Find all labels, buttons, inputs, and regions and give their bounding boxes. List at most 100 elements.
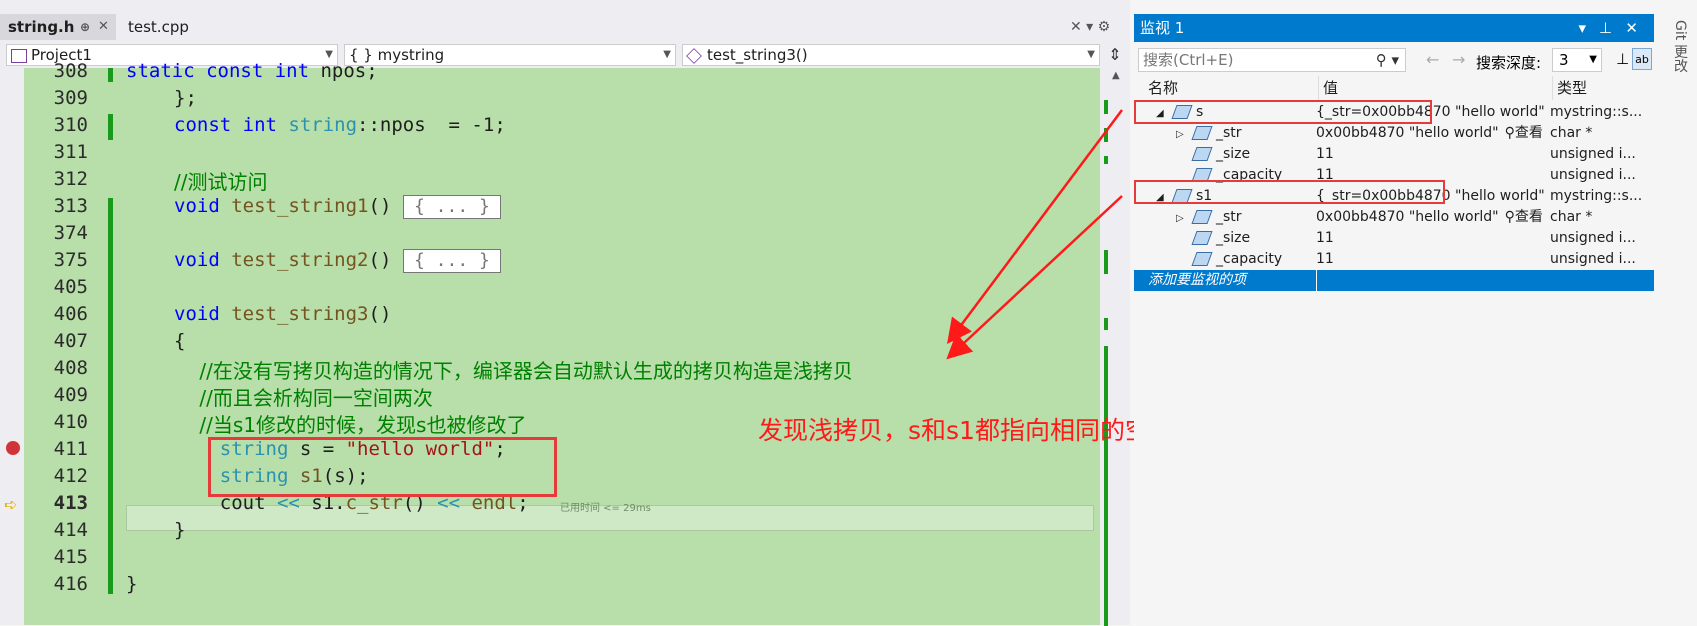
add-watch-row[interactable]: 添加要监视的项 bbox=[1134, 270, 1654, 291]
arrow-to-s1 bbox=[946, 195, 1123, 360]
watch-value: 11 bbox=[1316, 251, 1334, 267]
annotation-arrows bbox=[946, 109, 1124, 360]
watch-search-input[interactable]: 搜索(Ctrl+E) ⚲ ▾ bbox=[1138, 48, 1406, 72]
line-number: 308 bbox=[53, 60, 88, 82]
watch-row[interactable]: ▷_str 0x00bb4870 "hello world"⚲查看▼ char … bbox=[1134, 207, 1654, 228]
comment-line: //在没有写拷贝构造的情况下，编译器会自动默认生成的拷贝构造是浅拷贝 bbox=[174, 359, 853, 383]
tab-tools[interactable]: ✕ ▾ ⚙ bbox=[1070, 14, 1130, 40]
code-line: { bbox=[174, 330, 186, 352]
back-arrow-icon[interactable]: ← bbox=[1426, 50, 1439, 69]
search-depth-value: 3 bbox=[1559, 51, 1569, 69]
pin-icon[interactable]: ⊕ bbox=[80, 14, 90, 40]
code-line: }; bbox=[174, 87, 197, 109]
column-header-type[interactable]: 类型 bbox=[1552, 76, 1587, 100]
highlight-box bbox=[1134, 100, 1432, 124]
watch-name-cell: _capacity bbox=[1134, 249, 1312, 270]
watch-name: _size bbox=[1216, 230, 1251, 246]
chevron-down-icon[interactable]: ▾ bbox=[1578, 14, 1586, 42]
forward-arrow-icon[interactable]: → bbox=[1452, 50, 1465, 69]
collapsed-block[interactable]: { ... } bbox=[403, 195, 501, 219]
search-depth-label: 搜索深度: bbox=[1476, 54, 1542, 72]
elapsed-time-hint: 已用时间 <= 29ms bbox=[560, 503, 651, 514]
line-number: 309 bbox=[53, 87, 88, 109]
watch-value: 11 bbox=[1316, 146, 1334, 162]
tab-label: test.cpp bbox=[128, 18, 189, 36]
scroll-up-icon[interactable]: ▲ bbox=[1112, 70, 1120, 81]
code-line: void test_string1() bbox=[174, 195, 392, 217]
watch-row[interactable]: ▷_str 0x00bb4870 "hello world"⚲查看▼ char … bbox=[1134, 123, 1654, 144]
breakpoint-icon[interactable] bbox=[6, 441, 20, 455]
watch-value: 0x00bb4870 "hello world" bbox=[1316, 125, 1499, 141]
annotation-text: 发现浅拷贝，s和s1都指向相同的空间 bbox=[758, 416, 1175, 445]
line-number: 407 bbox=[53, 330, 88, 352]
watch-type: unsigned i... bbox=[1550, 251, 1636, 267]
search-depth-dropdown[interactable]: 3 ▼ bbox=[1552, 48, 1602, 72]
line-number: 414 bbox=[53, 519, 88, 541]
comment-line: //测试访问 bbox=[174, 170, 268, 194]
magnifier-icon[interactable]: ⚲ bbox=[1505, 125, 1515, 141]
watch-row[interactable]: _size 11 unsigned i... bbox=[1134, 228, 1654, 249]
watch-type: char * bbox=[1550, 125, 1593, 141]
method-icon bbox=[686, 47, 702, 64]
watch-name-cell: _size bbox=[1134, 144, 1312, 165]
chevron-down-icon: ▼ bbox=[1589, 54, 1597, 65]
change-bar bbox=[108, 68, 113, 82]
watch-title: 监视 1 bbox=[1140, 19, 1185, 37]
watch-type: char * bbox=[1550, 209, 1593, 225]
collapsed-block[interactable]: { ... } bbox=[403, 249, 501, 273]
line-number: 412 bbox=[53, 465, 88, 487]
scope-dropdown[interactable]: { } mystring ▼ bbox=[344, 44, 676, 66]
watch-name-cell: ▷ _str bbox=[1134, 123, 1312, 145]
tab-string-h[interactable]: string.h ⊕ ✕ bbox=[0, 14, 116, 40]
column-header-value[interactable]: 值 bbox=[1318, 76, 1338, 100]
line-number: 375 bbox=[53, 249, 88, 271]
expand-icon[interactable]: ▷ bbox=[1176, 208, 1194, 229]
pin-icon[interactable]: ⊥ bbox=[1599, 14, 1612, 42]
watch-value-cell: 0x00bb4870 "hello world"⚲查看▼ bbox=[1316, 207, 1546, 229]
expand-icon[interactable]: ▷ bbox=[1176, 124, 1194, 145]
line-number: 374 bbox=[53, 222, 88, 244]
add-watch-label: 添加要监视的项 bbox=[1148, 272, 1246, 288]
watch-row[interactable]: _capacity 11 unsigned i... bbox=[1134, 249, 1654, 270]
function-dropdown[interactable]: test_string3() ▼ bbox=[682, 44, 1100, 66]
comment-line: //当s1修改的时候，发现s也被修改了 bbox=[174, 413, 527, 437]
line-number: 409 bbox=[53, 384, 88, 406]
arrow-to-s bbox=[947, 109, 1124, 345]
line-number: 406 bbox=[53, 303, 88, 325]
column-header-name[interactable]: 名称 bbox=[1148, 76, 1178, 100]
code-line: } bbox=[174, 519, 186, 541]
line-number: 405 bbox=[53, 276, 88, 298]
line-number: 410 bbox=[53, 411, 88, 433]
watch-panel: 监视 1 ▾ ⊥ ✕ 搜索(Ctrl+E) ⚲ ▾ ← → 搜索深度: 3 ▼ … bbox=[1134, 14, 1654, 625]
pin-icon[interactable]: ⊥ bbox=[1616, 50, 1629, 68]
magnifier-icon[interactable]: ⚲ bbox=[1505, 209, 1515, 225]
watch-value: 0x00bb4870 "hello world" bbox=[1316, 209, 1499, 225]
view-button[interactable]: 查看 bbox=[1515, 209, 1543, 225]
split-icon[interactable]: ⇕ bbox=[1104, 44, 1126, 66]
watch-name-cell: _size bbox=[1134, 228, 1312, 249]
comment-line: //而且会析构同一空间两次 bbox=[174, 386, 433, 410]
member-lock-icon bbox=[1191, 147, 1213, 161]
watch-name-cell: ▷ _str bbox=[1134, 207, 1312, 229]
close-icon[interactable]: ✕ bbox=[98, 14, 109, 40]
view-button[interactable]: 查看 bbox=[1515, 125, 1543, 141]
code-line: } bbox=[126, 573, 138, 595]
git-changes-tab[interactable]: Git 更改 bbox=[1670, 20, 1690, 73]
breakpoint-gutter[interactable] bbox=[0, 68, 24, 625]
member-lock-icon bbox=[1191, 252, 1213, 266]
code-line: void test_string2() bbox=[174, 249, 392, 271]
watch-row[interactable]: _size 11 unsigned i... bbox=[1134, 144, 1654, 165]
line-number: 415 bbox=[53, 546, 88, 568]
search-icon[interactable]: ⚲ ▾ bbox=[1376, 49, 1399, 71]
tab-label: string.h bbox=[8, 18, 75, 36]
highlight-box bbox=[208, 437, 557, 497]
close-icon[interactable]: ✕ bbox=[1625, 14, 1638, 42]
tab-test-cpp[interactable]: test.cpp bbox=[120, 14, 248, 40]
document-tab-bar: string.h ⊕ ✕ test.cpp ✕ ▾ ⚙ bbox=[0, 14, 1130, 40]
line-number: 408 bbox=[53, 357, 88, 379]
hex-toggle-icon[interactable]: ab bbox=[1632, 48, 1652, 70]
watch-toolbar: 搜索(Ctrl+E) ⚲ ▾ ← → 搜索深度: 3 ▼ ⊥ ab bbox=[1134, 44, 1654, 76]
watch-name: _str bbox=[1216, 209, 1242, 225]
highlight-box bbox=[1134, 180, 1445, 204]
change-bar bbox=[108, 114, 113, 140]
